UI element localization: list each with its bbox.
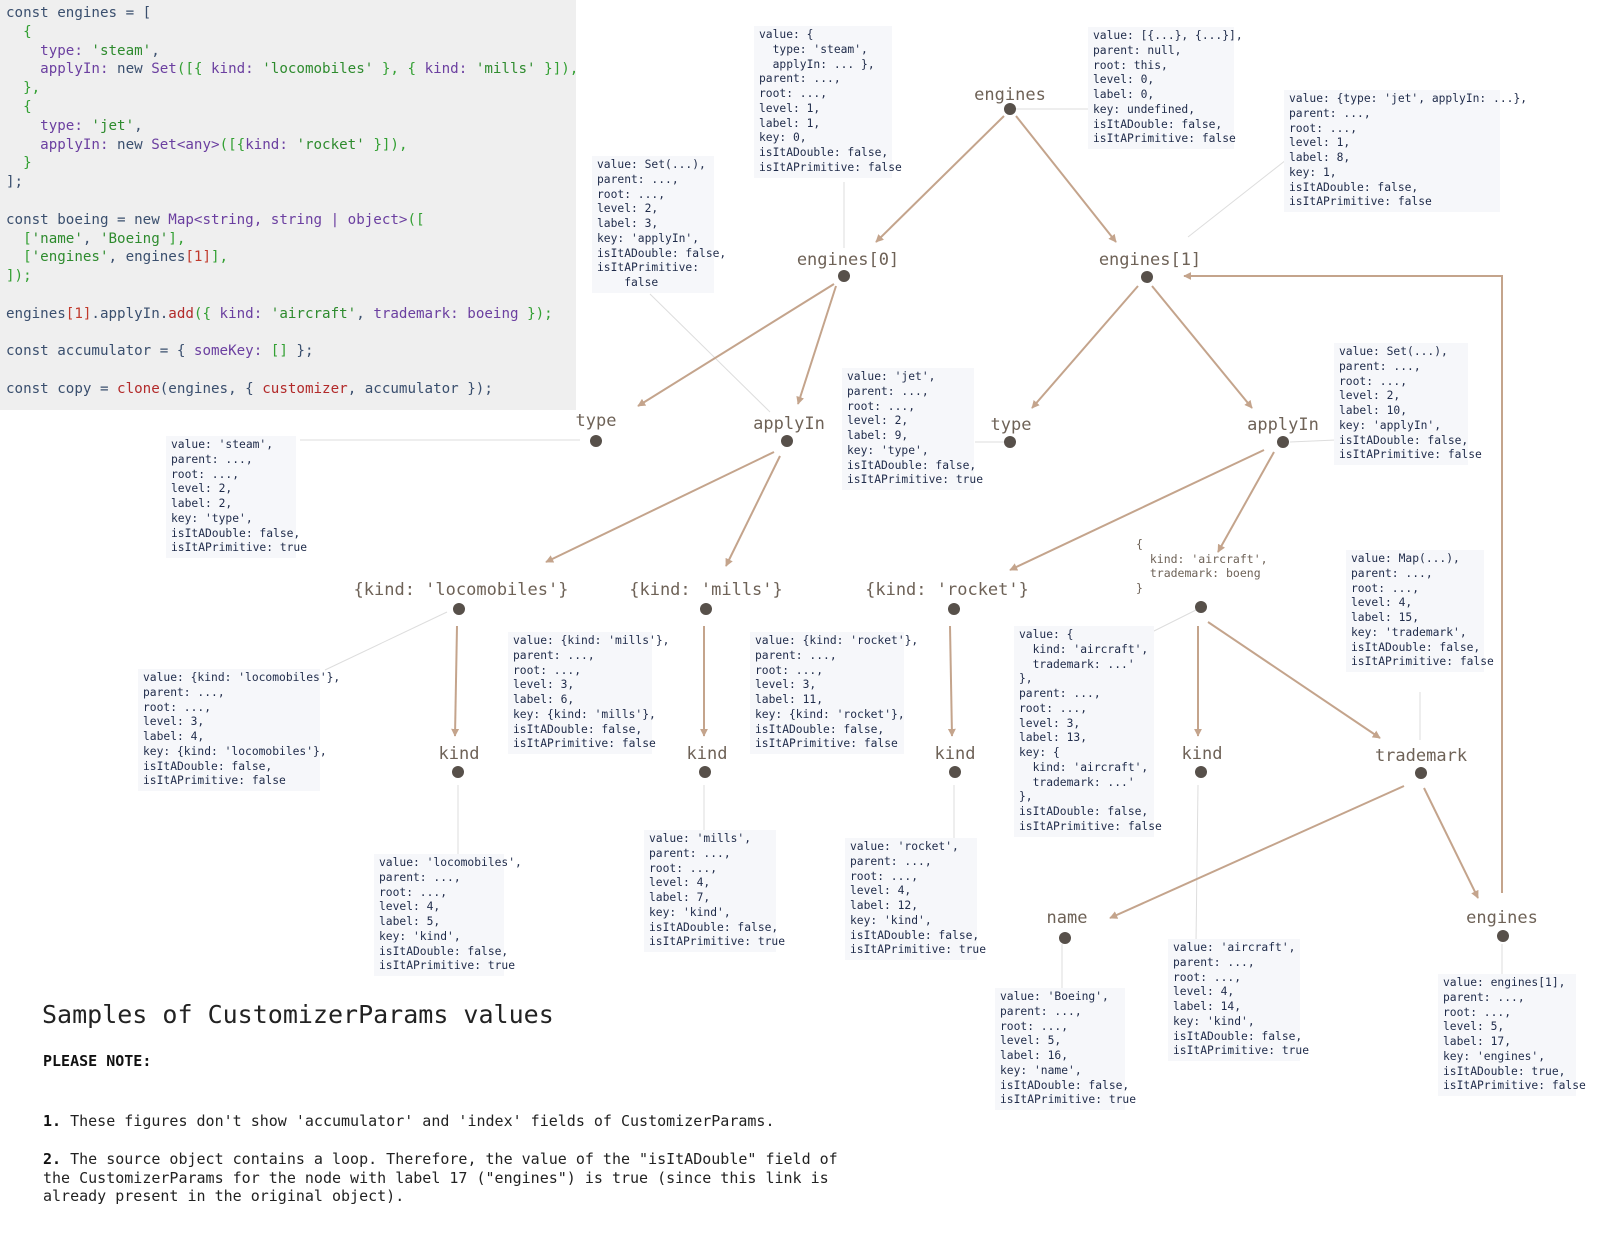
info-applyIn0: value: Set(...), parent: ..., root: ...,… bbox=[592, 156, 726, 293]
leader-aircraft bbox=[1151, 609, 1197, 633]
node-dot-applyIn0 bbox=[781, 435, 793, 447]
node-label-kind-aircraft: kind bbox=[1182, 744, 1223, 764]
info-kind-mills: value: 'mills', parent: ..., root: ..., … bbox=[644, 830, 785, 952]
note-2: 2. The source object contains a loop. Th… bbox=[43, 1150, 838, 1206]
edge-loco-kind bbox=[451, 625, 460, 737]
info-loco: value: {kind: 'locomobiles'}, parent: ..… bbox=[138, 669, 340, 791]
leader-loco bbox=[324, 611, 448, 671]
figure-title: Samples of CustomizerParams values bbox=[42, 1000, 554, 1029]
leader-applyIn1 bbox=[1289, 439, 1337, 443]
node-dot-loco bbox=[453, 603, 465, 615]
edge-engines-engines0 bbox=[875, 115, 1005, 243]
edge-engines0-type bbox=[637, 283, 835, 407]
info-engines0: value: { type: 'steam', applyIn: ... }, … bbox=[754, 26, 902, 178]
node-label-loco: {kind: 'locomobiles'} bbox=[354, 580, 569, 600]
info-mills: value: {kind: 'mills'}, parent: ..., roo… bbox=[508, 632, 669, 754]
node-label-engines-loop: engines bbox=[1466, 908, 1538, 928]
note-1: 1. These figures don't show 'accumulator… bbox=[43, 1112, 775, 1131]
info-root: value: [{...}, {...}], parent: null, roo… bbox=[1088, 27, 1243, 149]
info-engines1: value: {type: 'jet', applyIn: ...}, pare… bbox=[1284, 90, 1527, 212]
node-label-applyIn1: applyIn bbox=[1247, 415, 1319, 435]
info-kind-aircraft: value: 'aircraft', parent: ..., root: ..… bbox=[1168, 939, 1309, 1061]
node-dot-kind-mills bbox=[699, 766, 711, 778]
edge-engines1-type bbox=[1031, 285, 1139, 409]
note-2-text: The source object contains a loop. There… bbox=[43, 1150, 838, 1205]
edge-trademark-engines bbox=[1423, 787, 1479, 899]
info-engines-loop: value: engines[1], parent: ..., root: ..… bbox=[1438, 974, 1586, 1096]
info-rocket: value: {kind: 'rocket'}, parent: ..., ro… bbox=[750, 632, 918, 754]
node-label-applyIn0: applyIn bbox=[753, 414, 825, 434]
edge-engines1-applyIn bbox=[1151, 285, 1253, 409]
note-1-text: These figures don't show 'accumulator' a… bbox=[70, 1112, 775, 1130]
leader-applyIn0 bbox=[649, 293, 771, 413]
edge-rocket-kind bbox=[947, 625, 956, 737]
node-label-engines0: engines[0] bbox=[797, 250, 899, 270]
node-label-type1: type bbox=[991, 415, 1032, 435]
node-label-trademark: trademark bbox=[1375, 746, 1467, 766]
info-name: value: 'Boeing', parent: ..., root: ...,… bbox=[995, 988, 1136, 1110]
node-label-rocket: {kind: 'rocket'} bbox=[865, 580, 1029, 600]
info-kind-rocket: value: 'rocket', parent: ..., root: ...,… bbox=[845, 838, 986, 960]
node-dot-kind-rocket bbox=[949, 766, 961, 778]
info-trademark: value: Map(...), parent: ..., root: ...,… bbox=[1346, 550, 1494, 672]
node-dot-engines-loop bbox=[1497, 930, 1509, 942]
node-dot-name bbox=[1059, 932, 1071, 944]
note-1-number: 1. bbox=[43, 1112, 62, 1130]
info-aircraft: value: { kind: 'aircraft', trademark: ..… bbox=[1014, 626, 1162, 837]
node-label-type0: type bbox=[576, 411, 617, 431]
node-dot-mills bbox=[700, 603, 712, 615]
note-2-number: 2. bbox=[43, 1150, 62, 1168]
node-label-engines1: engines[1] bbox=[1099, 250, 1201, 270]
node-dot-type1 bbox=[1004, 436, 1016, 448]
info-type1: value: 'jet', parent: ..., root: ..., le… bbox=[842, 368, 983, 490]
node-dot-aircraft bbox=[1195, 601, 1207, 613]
please-note-heading: PLEASE NOTE: bbox=[43, 1052, 152, 1070]
node-label-mills: {kind: 'mills'} bbox=[629, 580, 783, 600]
node-dot-applyIn1 bbox=[1277, 436, 1289, 448]
node-label-name: name bbox=[1047, 908, 1088, 928]
node-dot-kind-loco bbox=[452, 766, 464, 778]
node-dot-engines0 bbox=[838, 270, 850, 282]
node-dot-type0 bbox=[590, 435, 602, 447]
node-dot-trademark bbox=[1415, 767, 1427, 779]
info-type0: value: 'steam', parent: ..., root: ..., … bbox=[166, 436, 307, 558]
node-dot-kind-aircraft bbox=[1195, 766, 1207, 778]
node-label-kind-mills: kind bbox=[687, 744, 728, 764]
edge-applyIn0-loco bbox=[545, 451, 775, 563]
leader-engines1 bbox=[1187, 159, 1287, 238]
edge-trademark-name bbox=[1109, 785, 1405, 919]
node-dot-engines1 bbox=[1141, 271, 1153, 283]
edge-applyIn0-mills bbox=[725, 455, 781, 567]
info-kind-loco: value: 'locomobiles', parent: ..., root:… bbox=[374, 854, 522, 976]
node-dot-rocket bbox=[948, 603, 960, 615]
leader-kind-aircraft bbox=[1195, 784, 1199, 944]
node-label-aircraft: { kind: 'aircraft', trademark: boeng } bbox=[1136, 537, 1268, 595]
info-applyIn1: value: Set(...), parent: ..., root: ...,… bbox=[1334, 343, 1482, 465]
node-label-kind-rocket: kind bbox=[935, 744, 976, 764]
node-label-engines: engines bbox=[974, 85, 1046, 105]
node-label-kind-loco: kind bbox=[439, 744, 480, 764]
